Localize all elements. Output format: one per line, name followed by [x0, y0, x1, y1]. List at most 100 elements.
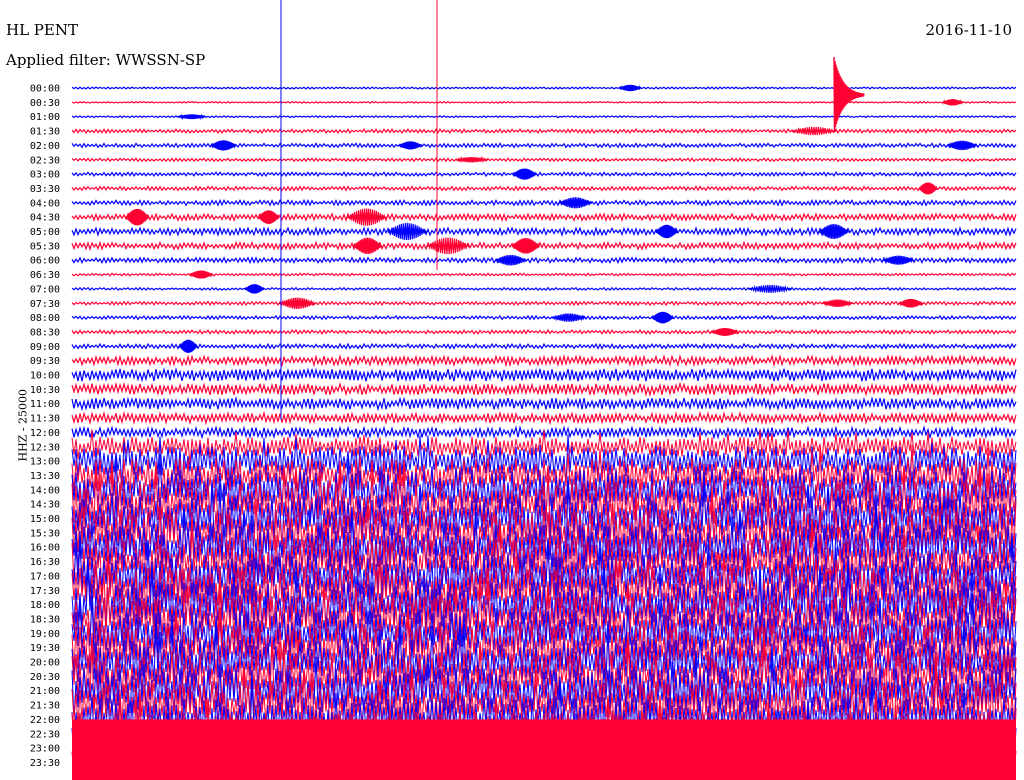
trace-0500 — [71, 226, 1017, 237]
event-burst — [748, 284, 792, 294]
tick-label-1900: 19:00 — [30, 629, 60, 640]
tick-label-0600: 06:00 — [30, 256, 60, 267]
tick-label-1330: 13:30 — [30, 471, 60, 482]
trace-0930 — [71, 354, 1017, 368]
tick-label-1500: 15:00 — [30, 514, 60, 525]
tick-label-0730: 07:30 — [30, 299, 60, 310]
tick-label-2300: 23:00 — [30, 744, 60, 755]
tick-label-2030: 20:30 — [30, 672, 60, 683]
event-burst — [257, 210, 280, 224]
event-burst — [651, 311, 675, 324]
trace-1100 — [71, 395, 1017, 412]
tick-label-0700: 07:00 — [30, 284, 60, 295]
event-burst — [882, 255, 915, 265]
tick-label-2200: 22:00 — [30, 715, 60, 726]
earthquake-event — [833, 56, 865, 131]
trace-0230 — [71, 157, 1017, 163]
tick-label-1430: 14:30 — [30, 500, 60, 511]
event-burst — [655, 224, 679, 239]
time-tick-labels: 00:00 00:30 01:00 01:30 02:00 02:30 03:00 03:30… — [30, 84, 60, 769]
event-burst — [791, 126, 837, 136]
tick-label-0500: 05:00 — [30, 227, 60, 238]
event-burst — [352, 237, 383, 255]
trace-0700 — [71, 286, 1017, 292]
tick-label-1530: 15:30 — [30, 528, 60, 539]
event-burst — [188, 270, 214, 279]
event-burst — [455, 155, 488, 164]
tick-label-2330: 23:30 — [30, 758, 60, 769]
event-burst — [946, 140, 978, 151]
event-burst — [511, 237, 541, 254]
trace-1030 — [71, 381, 1017, 398]
tick-label-0000: 00:00 — [30, 84, 60, 95]
trace-0130 — [71, 128, 1017, 135]
tick-label-0530: 05:30 — [30, 241, 60, 252]
event-burst — [494, 254, 527, 266]
seismic-traces — [71, 56, 1017, 780]
trace-0030 — [71, 100, 1017, 104]
tick-label-1000: 10:00 — [30, 371, 60, 382]
tick-label-1800: 18:00 — [30, 600, 60, 611]
event-burst — [512, 168, 537, 180]
tick-label-1100: 11:00 — [30, 399, 60, 410]
trace-0600 — [71, 256, 1017, 265]
event-burst — [426, 237, 470, 255]
event-burst — [558, 197, 593, 209]
trace-0530 — [71, 240, 1017, 252]
tick-label-2130: 21:30 — [30, 701, 60, 712]
tick-label-0400: 04:00 — [30, 198, 60, 209]
trace-0330 — [71, 185, 1017, 192]
tick-label-1230: 12:30 — [30, 442, 60, 453]
tick-label-1030: 10:30 — [30, 385, 60, 396]
trace-0900 — [71, 342, 1017, 350]
trace-0430 — [71, 212, 1017, 223]
tick-label-2230: 22:30 — [30, 729, 60, 740]
tick-label-0630: 06:30 — [30, 270, 60, 281]
event-burst — [124, 208, 150, 226]
trace-1000 — [71, 367, 1017, 383]
tick-label-0430: 04:30 — [30, 213, 60, 224]
event-burst — [387, 222, 428, 241]
event-burst — [178, 339, 198, 353]
event-burst — [898, 298, 923, 308]
marker-lines — [280, 0, 438, 420]
event-burst — [244, 284, 265, 294]
event-burst — [177, 113, 206, 121]
tick-label-2000: 20:00 — [30, 658, 60, 669]
tick-label-0330: 03:30 — [30, 184, 60, 195]
tick-label-0800: 08:00 — [30, 313, 60, 324]
seismogram-plot: 00:00 00:30 01:00 01:30 02:00 02:30 03:00 03:30… — [30, 0, 1017, 780]
event-burst — [818, 224, 850, 239]
tick-label-1600: 16:00 — [30, 543, 60, 554]
event-burst — [551, 313, 587, 322]
trace-0000 — [71, 86, 1017, 90]
tick-label-1130: 11:30 — [30, 414, 60, 425]
event-burst — [398, 141, 423, 150]
tick-label-1400: 14:00 — [30, 485, 60, 496]
tick-label-1700: 17:00 — [30, 571, 60, 582]
tick-label-0130: 01:30 — [30, 127, 60, 138]
tick-label-0030: 00:30 — [30, 98, 60, 109]
event-burst — [279, 297, 316, 309]
tick-label-1300: 13:00 — [30, 457, 60, 468]
trace-0730 — [71, 300, 1017, 307]
tick-label-2100: 21:00 — [30, 686, 60, 697]
tick-label-0900: 09:00 — [30, 342, 60, 353]
event-burst — [346, 208, 387, 226]
trace-0830 — [71, 328, 1017, 335]
trace-0400 — [71, 198, 1017, 207]
event-burst — [618, 84, 642, 92]
trace-0300 — [71, 171, 1017, 178]
tick-label-1930: 19:30 — [30, 643, 60, 654]
tick-label-0200: 02:00 — [30, 141, 60, 152]
tick-label-0830: 08:30 — [30, 327, 60, 338]
event-burst — [710, 327, 740, 336]
trace-1130 — [71, 410, 1017, 426]
tick-label-0300: 03:00 — [30, 170, 60, 181]
event-burst — [941, 99, 964, 106]
tick-label-0230: 02:30 — [30, 155, 60, 166]
tick-label-1730: 17:30 — [30, 586, 60, 597]
trace-0800 — [71, 314, 1017, 321]
tick-label-0100: 01:00 — [30, 112, 60, 123]
tick-label-1630: 16:30 — [30, 557, 60, 568]
